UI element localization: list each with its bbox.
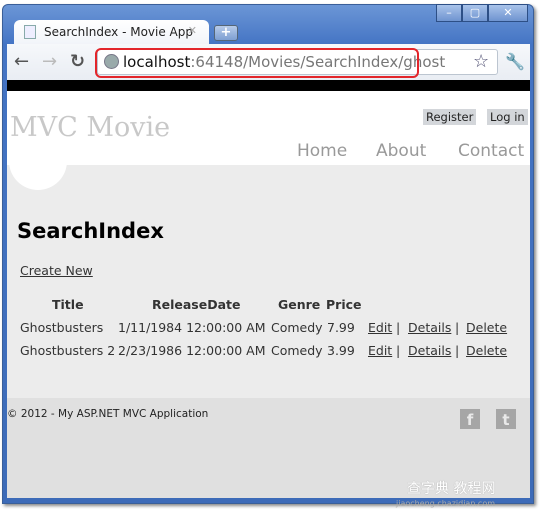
column-header-price: Price [326, 297, 362, 312]
delete-link[interactable]: Delete [466, 320, 507, 335]
back-icon[interactable]: ← [14, 51, 29, 72]
create-new-link[interactable]: Create New [20, 263, 93, 278]
top-bar [7, 80, 530, 91]
tab-title: SearchIndex - Movie App [44, 25, 193, 39]
cell-date: 1/11/1984 12:00:00 AM [118, 320, 266, 335]
delete-link[interactable]: Delete [466, 343, 507, 358]
column-header-genre: Genre [278, 297, 321, 312]
site-title[interactable]: MVC Movie [10, 112, 170, 143]
cell-genre: Comedy [271, 343, 323, 358]
separator: | [455, 320, 460, 335]
separator: | [396, 343, 401, 358]
column-header-title: Title [52, 297, 84, 312]
page-viewport: MVC Movie Register Log in Home About Con… [7, 80, 530, 498]
edit-link[interactable]: Edit [368, 320, 392, 335]
twitter-icon[interactable]: t [496, 409, 516, 429]
new-tab-button[interactable]: + [214, 25, 238, 41]
cell-genre: Comedy [271, 320, 323, 335]
cell-date: 2/23/1986 12:00:00 AM [118, 343, 266, 358]
nav-home[interactable]: Home [297, 141, 347, 161]
edit-link[interactable]: Edit [368, 343, 392, 358]
close-window-button[interactable]: ✕ [488, 4, 528, 22]
cell-price: 3.99 [327, 343, 355, 358]
cell-title: Ghostbusters [20, 320, 104, 335]
register-link[interactable]: Register [423, 109, 477, 125]
column-header-releasedate: ReleaseDate [152, 297, 241, 312]
nav-about[interactable]: About [376, 141, 426, 161]
page-heading: SearchIndex [17, 219, 164, 243]
facebook-icon[interactable]: f [460, 409, 480, 429]
separator: | [455, 343, 460, 358]
bookmark-star-icon[interactable]: ☆ [473, 51, 489, 72]
tab-close-icon[interactable]: ✕ [188, 24, 197, 37]
cell-title: Ghostbusters 2 [20, 343, 116, 358]
url-highlight [95, 48, 419, 78]
nav-contact[interactable]: Contact [458, 141, 524, 161]
browser-tab[interactable]: SearchIndex - Movie App ✕ [14, 20, 209, 45]
header-curve [9, 152, 67, 190]
wrench-icon[interactable]: 🔧 [505, 52, 525, 71]
minimize-button[interactable]: – [436, 4, 462, 22]
login-link[interactable]: Log in [487, 109, 528, 125]
details-link[interactable]: Details [408, 320, 451, 335]
copyright-text: © 2012 - My ASP.NET MVC Application [7, 408, 209, 420]
forward-icon[interactable]: → [42, 51, 57, 72]
maximize-button[interactable]: ▢ [462, 4, 488, 22]
separator: | [396, 320, 401, 335]
watermark-url: jiaocheng.chazidian.com [396, 499, 496, 508]
cell-price: 7.99 [327, 320, 355, 335]
details-link[interactable]: Details [408, 343, 451, 358]
reload-icon[interactable]: ↻ [70, 51, 85, 72]
page-icon [24, 25, 36, 39]
watermark: 查字典 教程网 [407, 481, 496, 497]
